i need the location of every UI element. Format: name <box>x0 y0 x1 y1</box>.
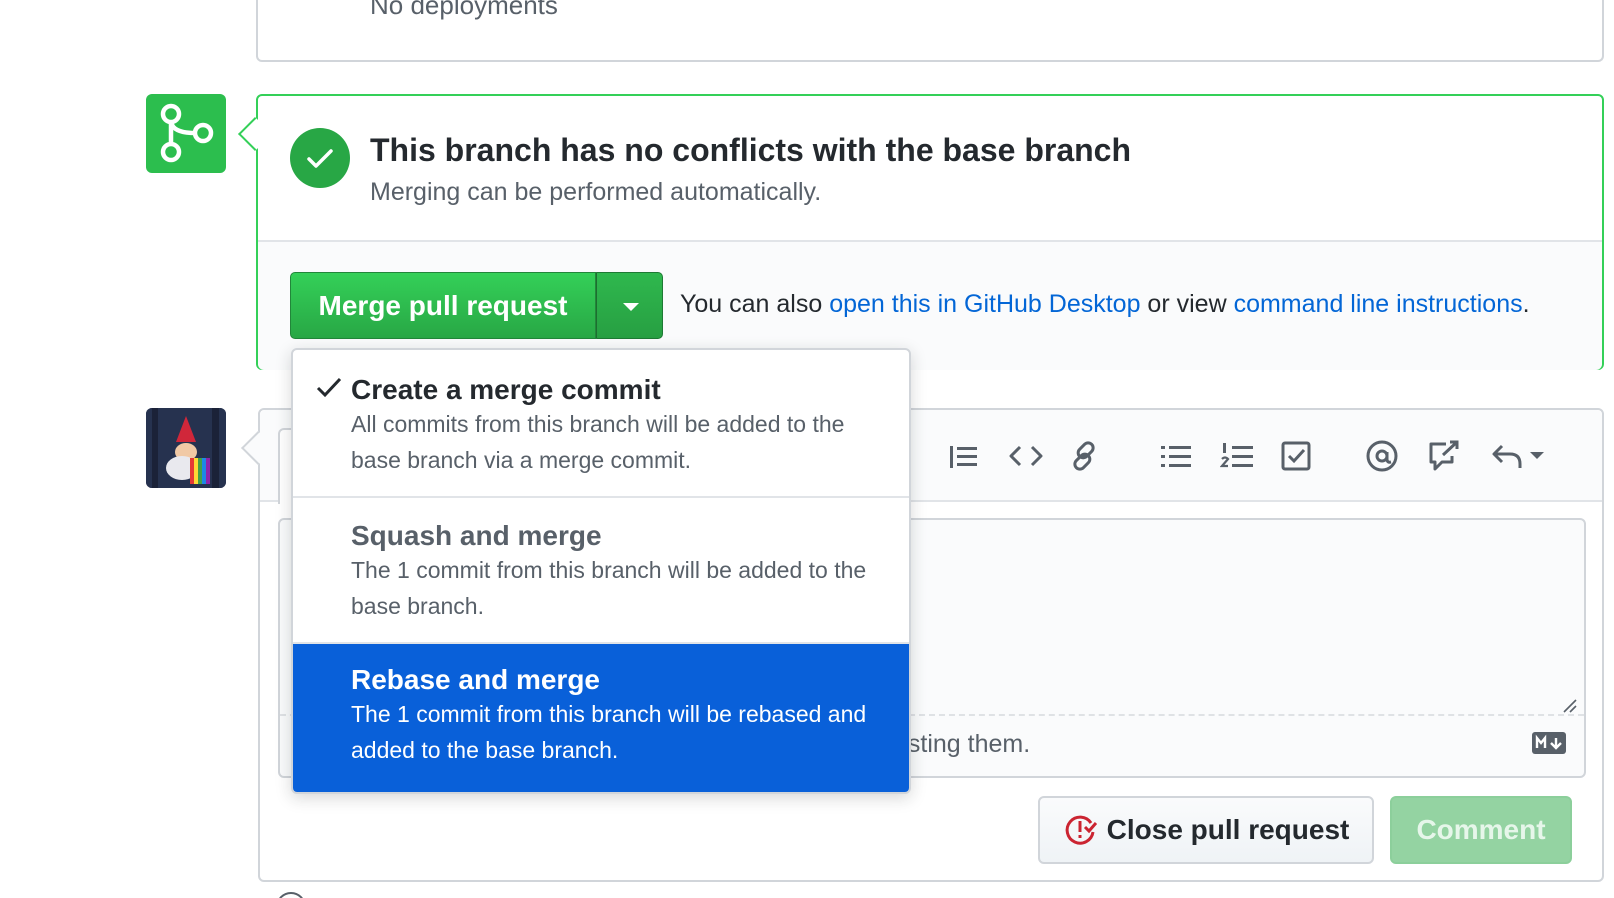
quote-icon[interactable] <box>946 438 982 474</box>
merge-status: This branch has no conflicts with the ba… <box>258 96 1602 240</box>
merge-option-squash-and-merge[interactable]: Squash and merge The 1 commit from this … <box>293 498 909 644</box>
deployments-status-text: No deployments <box>370 0 558 20</box>
ordered-list-icon[interactable] <box>1220 438 1256 474</box>
reply-icon[interactable] <box>1490 438 1550 474</box>
timeline-item-icon <box>276 892 306 898</box>
merge-option-description: The 1 commit from this branch will be ad… <box>351 557 867 619</box>
resize-handle-icon[interactable] <box>1560 696 1578 714</box>
merge-option-title: Rebase and merge <box>351 664 600 695</box>
close-pull-request-button[interactable]: Close pull request <box>1038 796 1374 864</box>
code-icon[interactable] <box>1008 438 1044 474</box>
merge-option-rebase-and-merge[interactable]: Rebase and merge The 1 commit from this … <box>293 644 909 792</box>
unordered-list-icon[interactable] <box>1158 438 1194 474</box>
merge-alternatives-text: You can also open this in GitHub Desktop… <box>680 290 1530 318</box>
check-icon <box>307 149 333 168</box>
command-line-instructions-link[interactable]: command line instructions <box>1234 290 1523 318</box>
mention-icon[interactable] <box>1364 438 1400 474</box>
merge-method-dropdown-toggle[interactable] <box>596 272 663 339</box>
comment-button[interactable]: Comment <box>1390 796 1572 864</box>
open-in-github-desktop-link[interactable]: open this in GitHub Desktop <box>829 290 1140 318</box>
task-list-icon[interactable] <box>1278 438 1314 474</box>
close-pull-request-label: Close pull request <box>1106 814 1350 845</box>
merge-status-subtitle: Merging can be performed automatically. <box>370 178 822 206</box>
issue-closed-icon <box>1065 815 1097 845</box>
user-avatar[interactable] <box>146 408 226 488</box>
checkmark-icon <box>316 377 342 398</box>
git-merge-badge <box>146 94 226 173</box>
deployments-box: No deployments <box>256 0 1604 62</box>
merge-option-description: All commits from this branch will be add… <box>351 411 845 473</box>
merge-option-create-merge-commit[interactable]: Create a merge commit All commits from t… <box>293 350 909 498</box>
caret-down-icon <box>623 303 639 311</box>
merge-panel: This branch has no conflicts with the ba… <box>238 94 1604 370</box>
link-icon[interactable] <box>1066 438 1102 474</box>
merge-option-title: Squash and merge <box>351 520 602 551</box>
merge-option-description: The 1 commit from this branch will be re… <box>351 701 867 763</box>
avatar-image <box>146 408 226 488</box>
merge-pull-request-button[interactable]: Merge pull request <box>290 272 596 339</box>
merge-method-menu: Create a merge commit All commits from t… <box>291 348 911 794</box>
markdown-icon[interactable] <box>1532 732 1566 754</box>
success-check-badge <box>290 128 350 188</box>
attach-files-hint: asting them. <box>894 730 1031 758</box>
merge-status-title: This branch has no conflicts with the ba… <box>370 132 1132 168</box>
merge-option-title: Create a merge commit <box>351 374 661 405</box>
git-merge-icon <box>160 103 214 163</box>
cross-reference-icon[interactable] <box>1426 438 1462 474</box>
